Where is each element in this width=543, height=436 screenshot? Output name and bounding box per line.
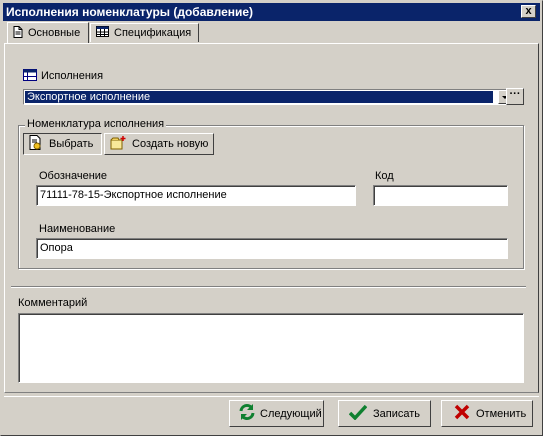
code-field[interactable]	[373, 185, 508, 206]
tab-specification-label: Спецификация	[114, 27, 192, 39]
executions-select[interactable]: Экспортное исполнение	[23, 89, 513, 105]
check-icon	[348, 404, 368, 423]
title-bar[interactable]: Исполнения номенклатуры (добавление) x	[3, 3, 540, 21]
table-icon	[96, 26, 109, 40]
tab-main-label: Основные	[28, 27, 81, 39]
designation-field[interactable]: 71111-78-15-Экспортное исполнение	[36, 185, 356, 206]
nomenclature-group-title: Номенклатура исполнения	[25, 118, 167, 130]
select-button[interactable]: Выбрать	[23, 133, 102, 155]
document-icon	[13, 25, 23, 41]
designation-label: Обозначение	[39, 170, 108, 182]
comment-textarea[interactable]	[18, 313, 524, 383]
select-button-label: Выбрать	[49, 138, 94, 150]
footer-divider	[4, 396, 539, 398]
name-label: Наименование	[39, 223, 116, 235]
close-button[interactable]: x	[521, 5, 536, 18]
create-new-button-label: Создать новую	[132, 138, 209, 150]
save-button-label: Записать	[373, 407, 421, 420]
executions-icon	[23, 69, 37, 84]
cancel-x-icon	[454, 404, 470, 423]
next-button[interactable]: Следующий	[229, 400, 324, 427]
next-button-label: Следующий	[260, 407, 322, 420]
comment-label: Комментарий	[18, 297, 88, 309]
executions-browse-button[interactable]: ···	[506, 88, 524, 105]
dialog-window: Исполнения номенклатуры (добавление) x О…	[0, 0, 543, 436]
refresh-icon	[238, 403, 256, 424]
save-button[interactable]: Записать	[338, 400, 431, 427]
divider	[11, 286, 526, 288]
ellipsis-icon: ···	[509, 88, 521, 100]
create-new-button[interactable]: Создать новую	[104, 133, 214, 155]
select-icon	[29, 134, 43, 154]
code-label: Код	[375, 170, 394, 182]
executions-label: Исполнения	[41, 70, 104, 82]
create-new-icon	[110, 135, 126, 153]
cancel-button[interactable]: Отменить	[441, 400, 533, 427]
window-title: Исполнения номенклатуры (добавление)	[6, 5, 254, 19]
cancel-button-label: Отменить	[476, 407, 527, 420]
tab-main[interactable]: Основные	[7, 22, 89, 43]
executions-selected-value: Экспортное исполнение	[25, 91, 493, 103]
tab-specification[interactable]: Спецификация	[90, 23, 199, 42]
name-field[interactable]: Опора	[36, 238, 508, 259]
close-icon: x	[525, 5, 532, 17]
